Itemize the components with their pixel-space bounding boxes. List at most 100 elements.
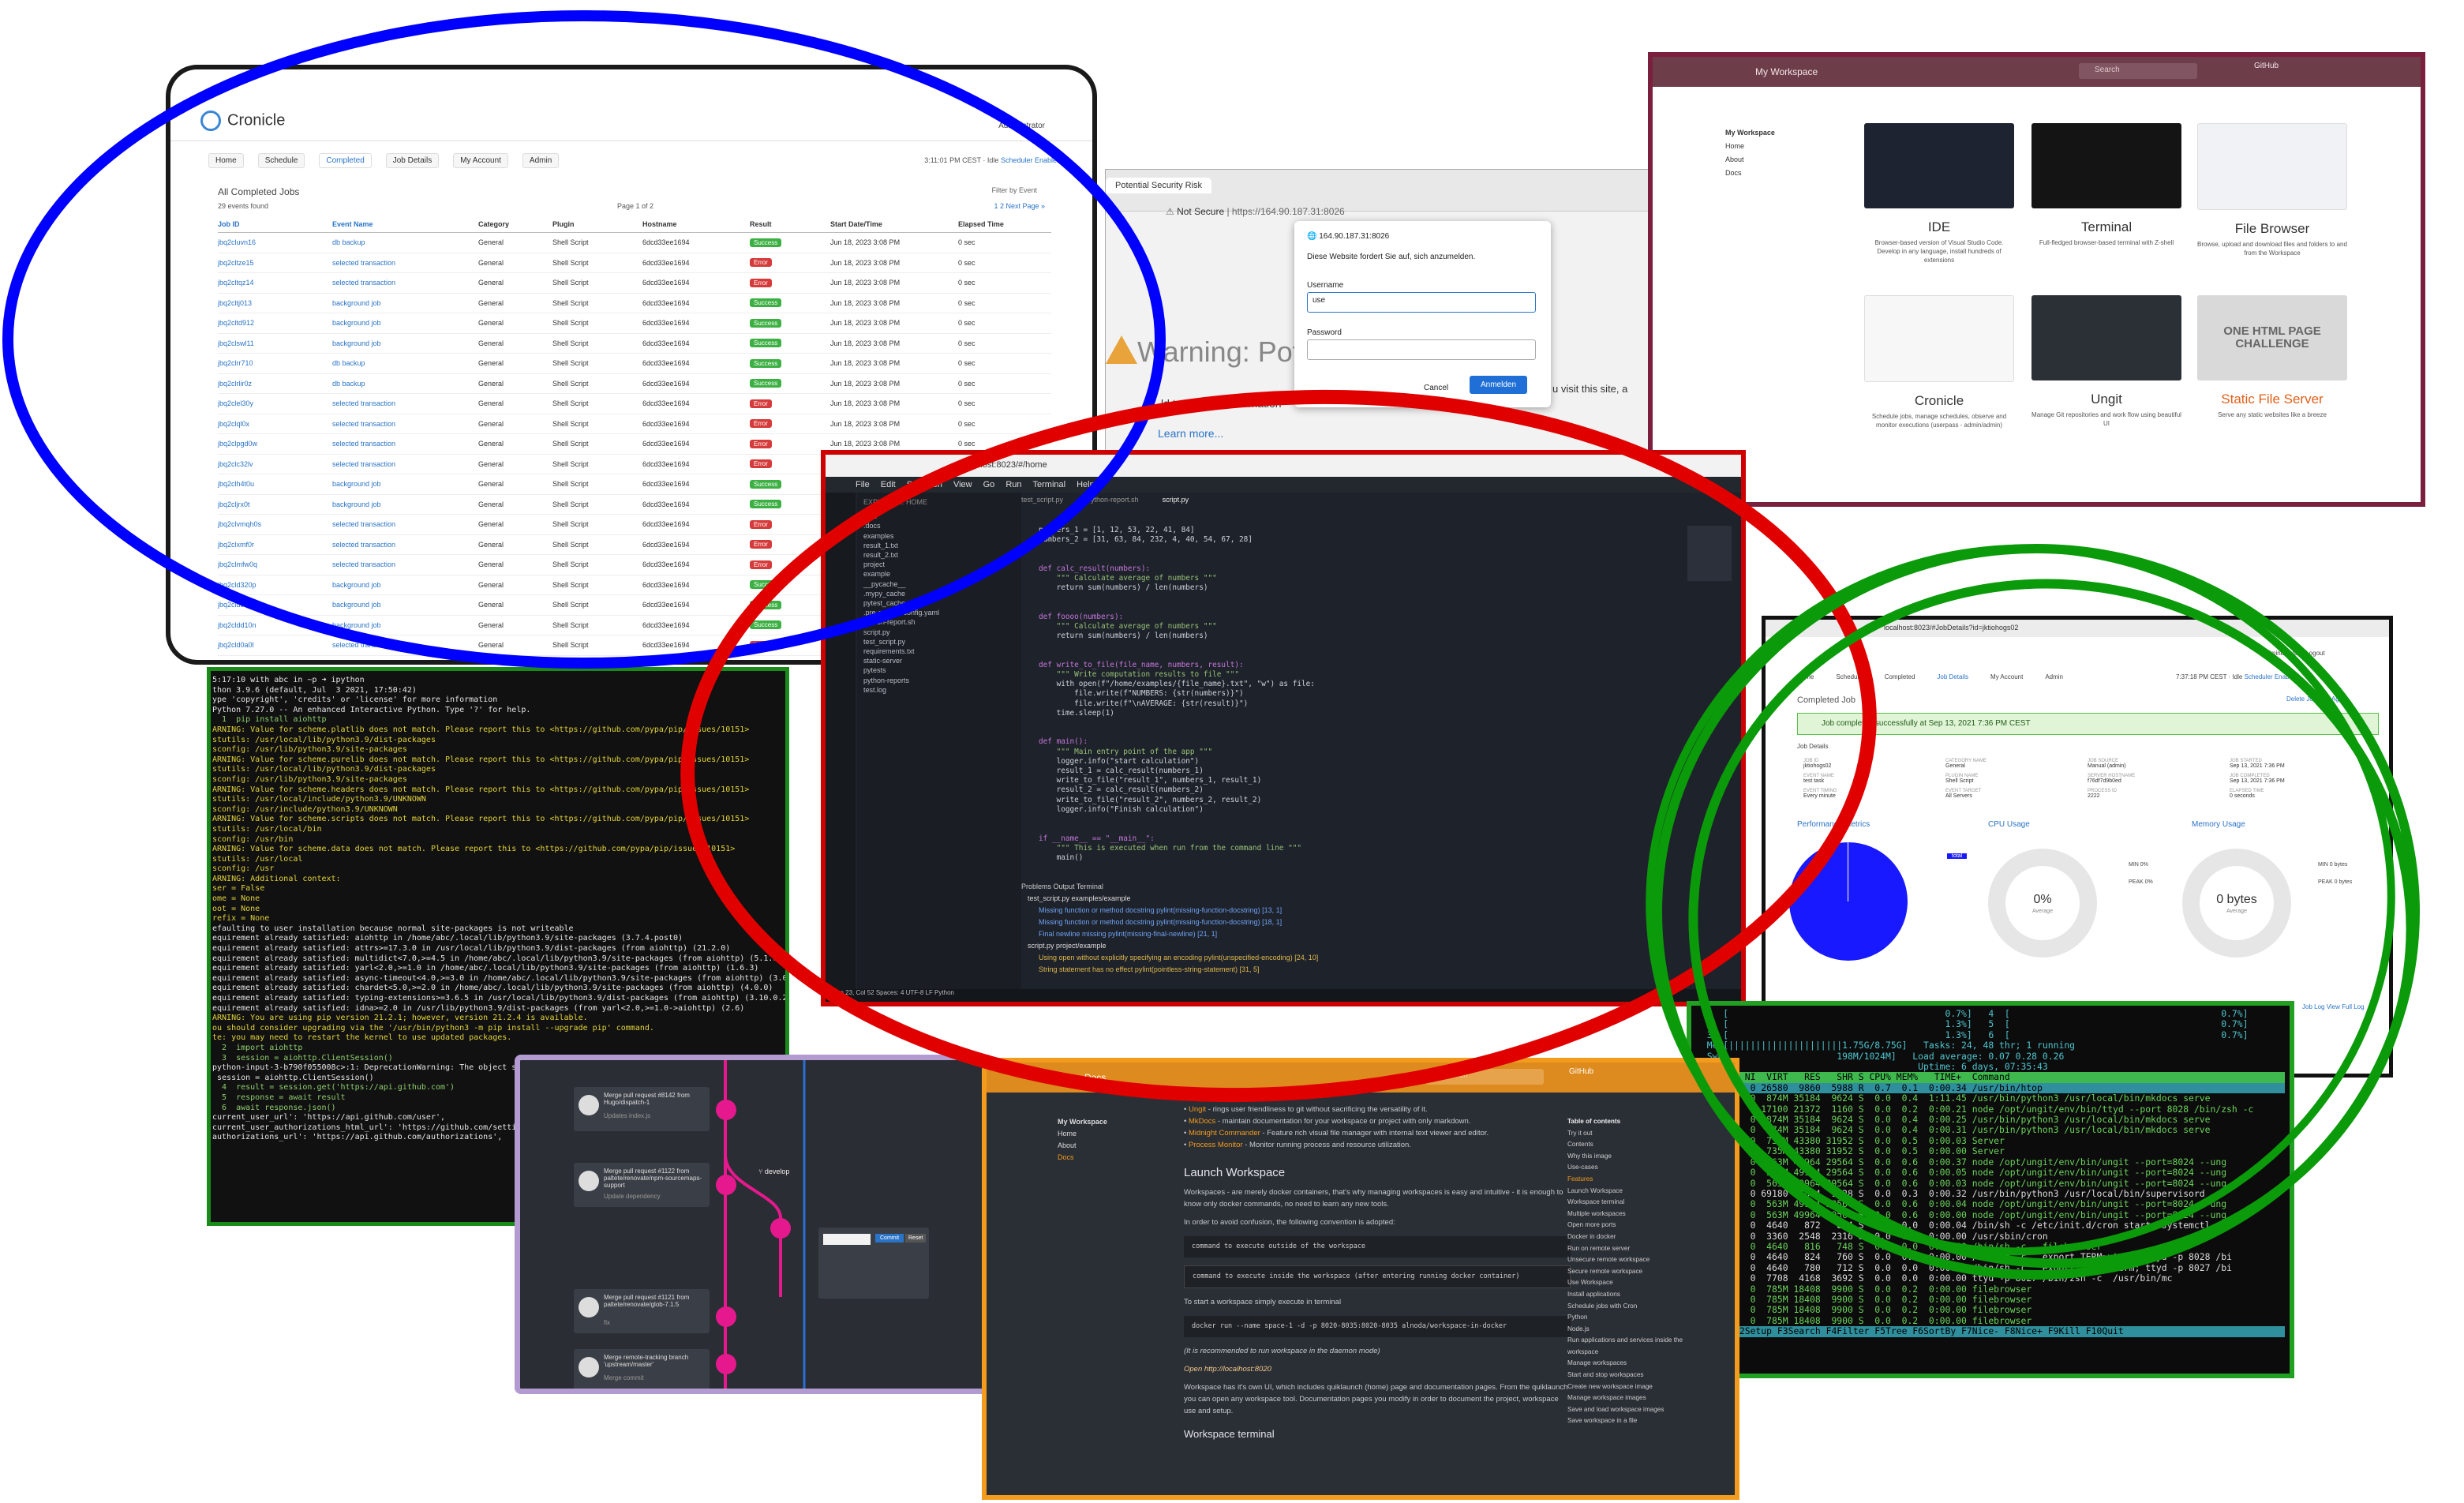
nav-docs[interactable]: Docs	[1725, 167, 1775, 180]
reset-button[interactable]: Reset	[905, 1234, 927, 1243]
menu-help[interactable]: Help	[1077, 480, 1095, 489]
table-row[interactable]: jbq2clql0x selected transaction General She…	[218, 414, 1051, 434]
tab-test-script[interactable]: test_script.py	[1021, 496, 1063, 504]
event-name-link[interactable]: selected transaction	[332, 420, 478, 428]
table-row[interactable]: jbq2clel30y selected transaction General Sh…	[218, 394, 1051, 414]
column-header[interactable]: Plugin	[552, 220, 642, 228]
cronicle-user[interactable]: Administrator	[998, 122, 1045, 130]
file-tree-item[interactable]: examples	[863, 531, 1021, 541]
problem-item[interactable]: Missing function or method docstring pyl…	[1021, 905, 1741, 916]
job-id-link[interactable]: jbq2clh4t0u	[218, 480, 332, 488]
card-ide[interactable]: IDE Browser-based version of Visual Studi…	[1864, 123, 2014, 264]
file-tree-item[interactable]: .mypy_cache	[863, 589, 1021, 598]
job-id-link[interactable]: jbq2clpgd0w	[218, 440, 332, 448]
problem-item[interactable]: script.py project/example	[1021, 940, 1741, 952]
event-name-link[interactable]: background job	[332, 500, 478, 508]
job-id-link[interactable]: jbq2cluvn16	[218, 238, 332, 246]
event-name-link[interactable]: selected transaction	[332, 662, 478, 665]
event-name-link[interactable]: background job	[332, 299, 478, 307]
job-id-link[interactable]: jbq2cljrx0t	[218, 500, 332, 508]
browser-address-bar[interactable]: localhost:8023/#/home	[826, 455, 1741, 477]
menu-view[interactable]: View	[953, 480, 972, 489]
nav-docs[interactable]: Docs	[1058, 1152, 1107, 1164]
nav-my-workspace[interactable]: My Workspace	[1058, 1116, 1107, 1128]
table-row[interactable]: jbq2cltd912 background job General Shell Sc…	[218, 313, 1051, 334]
event-name-link[interactable]: background job	[332, 581, 478, 589]
job-id-link[interactable]: jbq2clel30y	[218, 399, 332, 407]
cronicle-logo[interactable]: Cronicle	[200, 111, 285, 131]
problem-item[interactable]: Missing function or method docstring pyl…	[1021, 916, 1741, 928]
job-id-link[interactable]: jbq2cldd10n	[218, 621, 332, 629]
column-header[interactable]: Category	[478, 220, 552, 228]
browser-address-bar[interactable]: localhost:8023/#JobDetails?id=jktiohogs0…	[1766, 620, 2389, 637]
tab-job-details[interactable]: Job Details	[385, 153, 440, 168]
commit-card[interactable]: Merge remote-tracking branch 'upstream/m…	[574, 1349, 710, 1389]
tab-schedule[interactable]: Schedule	[257, 153, 305, 168]
file-tree-item[interactable]: __pycache__	[863, 579, 1021, 589]
table-row[interactable]: jbq2clswl11 background job General Shell Sc…	[218, 334, 1051, 354]
function-key-bar[interactable]: F1Help F2Setup F3Search F4Filter F5Tree …	[1696, 1325, 2285, 1337]
card-cronicle[interactable]: Cronicle Schedule jobs, manage schedules,…	[1864, 295, 2014, 429]
tab-python-report[interactable]: python-report.sh	[1087, 496, 1139, 504]
toc-item[interactable]: Multiple workspaces	[1567, 1209, 1709, 1220]
job-actions[interactable]: Delete Job Run Again	[2286, 695, 2347, 703]
learn-more-link[interactable]: Learn more...	[1158, 427, 1223, 440]
search-input[interactable]: Search	[2079, 63, 2197, 79]
job-log-links[interactable]: Job Log View Full Log	[2302, 1003, 2365, 1010]
column-header[interactable]: Event Name	[332, 220, 478, 228]
table-row[interactable]: jbq2cltze15 selected transaction General Sh…	[218, 253, 1051, 273]
table-row[interactable]: jbq2cltj013 background job General Shell Sc…	[218, 294, 1051, 313]
toc-item[interactable]: Install applications	[1567, 1289, 1709, 1301]
card-file-browser[interactable]: File Browser Browse, upload and download …	[2197, 123, 2347, 257]
tab-job-details[interactable]: Job Details	[1937, 673, 1968, 680]
tab-completed[interactable]: Completed	[1885, 673, 1915, 680]
commit-card[interactable]: Merge pull request #1122 from paltete/re…	[574, 1163, 710, 1207]
toc-item[interactable]: Schedule jobs with Cron	[1567, 1301, 1709, 1313]
file-tree-item[interactable]: result_1.txt	[863, 541, 1021, 550]
event-name-link[interactable]: selected transaction	[332, 541, 478, 549]
event-name-link[interactable]: background job	[332, 601, 478, 609]
file-tree-item[interactable]: .abc	[863, 512, 1021, 521]
event-name-link[interactable]: background job	[332, 319, 478, 327]
problem-item[interactable]: Final newline missing pylint(missing-fin…	[1021, 928, 1741, 940]
toc-item[interactable]: Use Workspace	[1567, 1277, 1709, 1289]
table-row[interactable]: jbq2clrr710 db backup General Shell Script 6…	[218, 354, 1051, 374]
toc-item[interactable]: Secure remote workspace	[1567, 1266, 1709, 1278]
problem-item[interactable]: test_script.py examples/example	[1021, 893, 1741, 905]
job-id-link[interactable]: jbq2clxmf0r	[218, 541, 332, 549]
file-tree-item[interactable]: python-reports	[863, 676, 1021, 685]
toc-item[interactable]: Features	[1567, 1174, 1709, 1186]
menu-run[interactable]: Run	[1005, 480, 1021, 489]
table-row[interactable]: jbq2cltqz14 selected transaction General Sh…	[218, 273, 1051, 294]
job-id-link[interactable]: jbq2clswl11	[218, 339, 332, 347]
search-input[interactable]: Search	[1425, 1069, 1544, 1085]
job-id-link[interactable]: jbq2cld320p	[218, 581, 332, 589]
commit-node[interactable]	[716, 1100, 736, 1120]
file-tree-item[interactable]: script.py	[863, 628, 1021, 637]
column-header[interactable]: Start Date/Time	[830, 220, 958, 228]
toc-item[interactable]: Save and load workspace images	[1567, 1404, 1709, 1416]
file-tree-item[interactable]: static-server	[863, 656, 1021, 665]
commit-message-input[interactable]	[823, 1234, 871, 1245]
toc-item[interactable]: Open more ports	[1567, 1220, 1709, 1231]
commit-node[interactable]	[716, 1306, 736, 1327]
toc-item[interactable]: Start and stop workspaces	[1567, 1370, 1709, 1381]
job-id-link[interactable]: jbq2ckle0k	[218, 662, 332, 665]
login-button[interactable]: Anmelden	[1470, 376, 1528, 394]
tab-my-account[interactable]: My Account	[1990, 673, 2023, 680]
event-name-link[interactable]: selected transaction	[332, 259, 478, 267]
commit-node[interactable]	[770, 1218, 791, 1239]
file-tree-item[interactable]: test.log	[863, 685, 1021, 695]
commit-node[interactable]	[716, 1175, 736, 1195]
toc-item[interactable]: Manage workspaces	[1567, 1358, 1709, 1370]
branch-label[interactable]: ⑂ develop	[758, 1168, 789, 1175]
file-tree-item[interactable]: pytest_cache	[863, 598, 1021, 608]
event-name-link[interactable]: background job	[332, 480, 478, 488]
toc-item[interactable]: Run applications and services inside the…	[1567, 1335, 1709, 1358]
browser-tab[interactable]: Potential Security Risk	[1106, 178, 1212, 193]
tab-schedule[interactable]: Schedule	[1836, 673, 1862, 680]
job-id-link[interactable]: jbq2cltqz14	[218, 279, 332, 287]
file-tree-item[interactable]: python-report.sh	[863, 617, 1021, 627]
toc-item[interactable]: Try it out	[1567, 1128, 1709, 1140]
job-id-link[interactable]: jbq2clrlir0z	[218, 380, 332, 388]
